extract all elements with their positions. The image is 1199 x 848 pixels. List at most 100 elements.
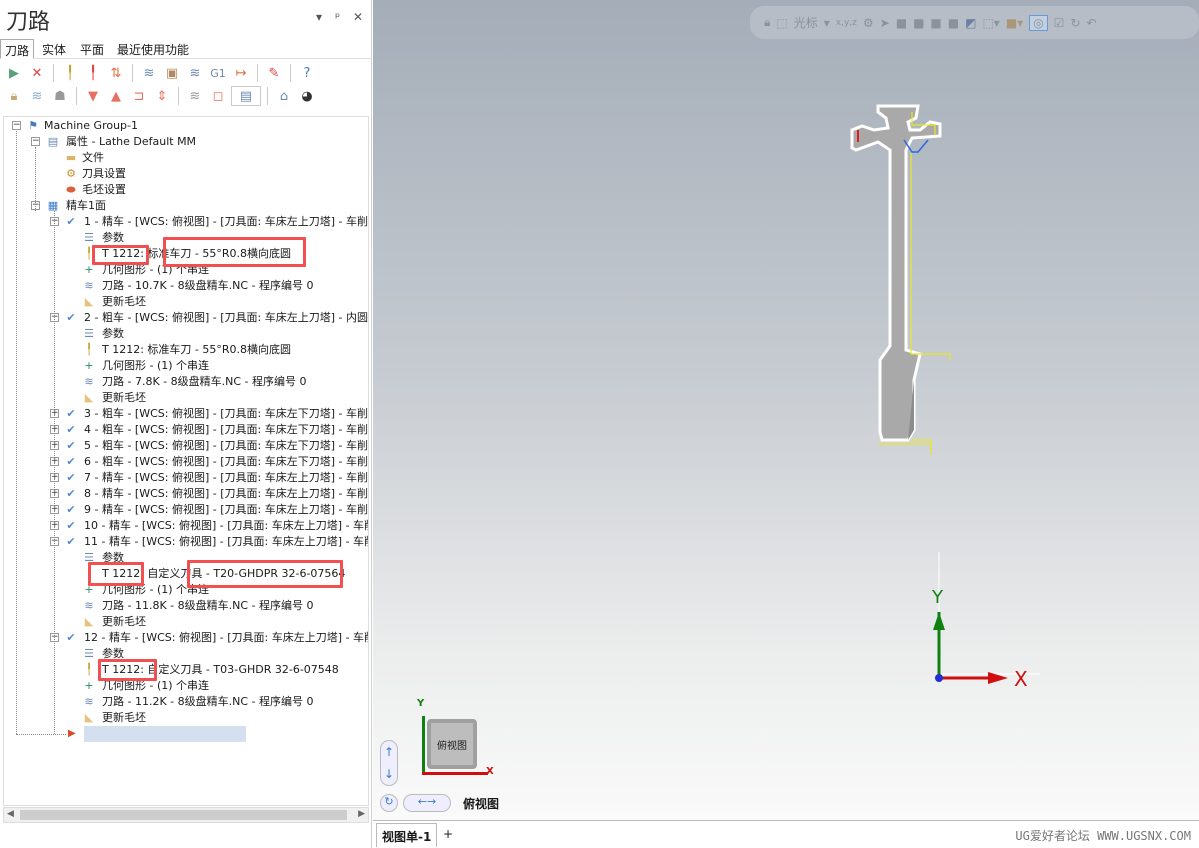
tree-item[interactable]: ≋ 刀路 - 7.8K - 8级盘精车.NC - 程序编号 0: [4, 374, 368, 390]
lock-icon[interactable]: 🔒︎: [4, 86, 24, 106]
tree-item[interactable]: ⚙ 刀具设置: [4, 166, 368, 182]
tree-item[interactable]: ⬬ 毛坯设置: [4, 182, 368, 198]
tree-item[interactable]: + 几何图形 - (1) 个串连: [4, 678, 368, 694]
deselect-icon[interactable]: ✕: [27, 63, 47, 83]
simulate-icon[interactable]: ⌂: [274, 86, 294, 106]
solid-select-icon[interactable]: ■: [896, 16, 907, 30]
horizontal-scrollbar[interactable]: ◀ ▶: [3, 807, 369, 823]
xyz-input-icon[interactable]: x,y,z: [836, 18, 857, 28]
rotate-vertical-button[interactable]: ↑ ↓: [380, 740, 398, 786]
verify-icon[interactable]: ◕: [297, 86, 317, 106]
tree-item[interactable]: ☰ 参数: [4, 646, 368, 662]
tree-item[interactable]: − ✔ 11 - 精车 - [WCS: 俯视图] - [刀具面: 车床左上刀塔] -…: [4, 534, 368, 550]
deselect-tool-icon[interactable]: ╿: [83, 63, 103, 83]
tree-item[interactable]: ◣ 更新毛坯: [4, 614, 368, 630]
toggle-display-icon[interactable]: ≋: [27, 86, 47, 106]
tree-item[interactable]: ≋ 刀路 - 10.7K - 8级盘精车.NC - 程序编号 0: [4, 278, 368, 294]
help-icon[interactable]: ?: [297, 63, 317, 83]
watermark: UG爱好者论坛 WWW.UGSNX.COM: [1015, 829, 1191, 843]
tree-item[interactable]: ☰ 参数: [4, 326, 368, 342]
tree-item[interactable]: − ▦ 精车1面: [4, 198, 368, 214]
box-select-icon[interactable]: ■▾: [1006, 16, 1023, 30]
tree-item[interactable]: ▬ 文件: [4, 150, 368, 166]
selected-empty-row[interactable]: [84, 726, 246, 742]
close-icon[interactable]: ✕: [353, 10, 363, 24]
add-gear-icon[interactable]: ⚙: [863, 16, 874, 30]
select-all-icon[interactable]: ▶: [4, 63, 24, 83]
display-options-dropdown[interactable]: ▤: [231, 86, 261, 106]
window-select-icon[interactable]: ⬚▾: [982, 16, 999, 30]
regenerate-dirty-icon[interactable]: ▣: [162, 63, 182, 83]
undo-select-icon[interactable]: ↶: [1087, 16, 1097, 30]
tree-item[interactable]: ╿ T 1212: 标准车刀 - 55°R0.8横向底圆: [4, 342, 368, 358]
regenerate-icon[interactable]: ≋: [139, 63, 159, 83]
face-select-icon[interactable]: ■: [913, 16, 924, 30]
cursor-mode-dropdown[interactable]: 光标: [794, 14, 818, 31]
tree-item-label: 8 - 精车 - [WCS: 俯视图] - [刀具面: 车床左上刀塔] - 车削: [84, 487, 368, 500]
tree-item[interactable]: ╿ T 1212: 自定义刀具 - T03-GHDR 32-6-07548: [4, 662, 368, 678]
panel-menu-button[interactable]: ▾: [316, 10, 322, 24]
group-icon: ▦: [47, 199, 59, 212]
tree-item[interactable]: ◣ 更新毛坯: [4, 294, 368, 310]
lock-icon[interactable]: 🔒︎: [764, 15, 770, 30]
tree-item[interactable]: + ✔ 6 - 粗车 - [WCS: 俯视图] - [刀具面: 车床左下刀塔] - …: [4, 454, 368, 470]
view-cube[interactable]: Y X 俯视图: [417, 698, 494, 777]
swap-icon[interactable]: ⇅: [106, 63, 126, 83]
tree-item[interactable]: + ✔ 10 - 精车 - [WCS: 俯视图] - [刀具面: 车床左上刀塔] -…: [4, 518, 368, 534]
cursor-select-icon[interactable]: ⬚: [776, 16, 787, 30]
tree-item[interactable]: + ✔ 7 - 精车 - [WCS: 俯视图] - [刀具面: 车床左上刀塔] - …: [4, 470, 368, 486]
viewsheet-tab[interactable]: 视图单-1: [376, 823, 438, 847]
highlight-icon[interactable]: ◻: [208, 86, 228, 106]
tree-item[interactable]: ≋ 刀路 - 11.8K - 8级盘精车.NC - 程序编号 0: [4, 598, 368, 614]
tree-item[interactable]: + ✔ 3 - 粗车 - [WCS: 俯视图] - [刀具面: 车床左下刀塔] - …: [4, 406, 368, 422]
params-icon: ☰: [84, 647, 94, 660]
post-icon[interactable]: ↦: [231, 63, 251, 83]
tree-item[interactable]: + ✔ 8 - 精车 - [WCS: 俯视图] - [刀具面: 车床左上刀塔] - …: [4, 486, 368, 502]
tree-item[interactable]: ◣ 更新毛坯: [4, 390, 368, 406]
selection-filter-icon[interactable]: ◎: [1029, 14, 1048, 31]
collapse-toggle[interactable]: −: [12, 121, 21, 130]
collapse-toggle[interactable]: −: [31, 137, 40, 146]
expand-collapse-icon[interactable]: ⇕: [152, 86, 172, 106]
post-g1-icon[interactable]: G1: [208, 63, 228, 83]
tab-solids[interactable]: 实体: [38, 39, 70, 59]
backplot-icon[interactable]: ≋: [185, 63, 205, 83]
refresh-select-icon[interactable]: ↻: [1070, 16, 1080, 30]
tree-item[interactable]: − ✔ 1 - 精车 - [WCS: 俯视图] - [刀具面: 车床左上刀塔] - …: [4, 214, 368, 230]
select-toolpath-icon[interactable]: ≋: [185, 86, 205, 106]
move-down-icon[interactable]: ▼: [83, 86, 103, 106]
move-up-icon[interactable]: ▲: [106, 86, 126, 106]
pointer-icon[interactable]: ➤: [880, 16, 890, 30]
select-tool-ops-icon[interactable]: ╿: [60, 63, 80, 83]
axis-x-label: X: [1014, 667, 1028, 691]
insert-after-icon[interactable]: ⊐: [129, 86, 149, 106]
tree-item[interactable]: − ✔ 2 - 粗车 - [WCS: 俯视图] - [刀具面: 车床左上刀塔] - …: [4, 310, 368, 326]
geometry-icon: +: [84, 679, 94, 692]
tree-item[interactable]: + ✔ 9 - 精车 - [WCS: 俯视图] - [刀具面: 车床左上刀塔] - …: [4, 502, 368, 518]
cube-icon[interactable]: ■: [948, 16, 959, 30]
rotate-icon[interactable]: ↻: [380, 794, 398, 812]
tree-item[interactable]: − ⚑ Machine Group-1: [4, 118, 368, 134]
ghost-icon[interactable]: ☗: [50, 86, 70, 106]
rotate-horizontal-button[interactable]: ←→: [403, 794, 451, 812]
add-viewsheet-button[interactable]: +: [443, 827, 453, 841]
graphics-viewport[interactable]: Y X Y X 俯视图 ↑ ↓ ↻ ←→ 俯视图: [373, 0, 1199, 820]
tree-item[interactable]: ◣ 更新毛坯: [4, 710, 368, 726]
tree-item[interactable]: + ✔ 4 - 粗车 - [WCS: 俯视图] - [刀具面: 车床左下刀塔] - …: [4, 422, 368, 438]
tree-item[interactable]: + ✔ 5 - 粗车 - [WCS: 俯视图] - [刀具面: 车床左下刀塔] - …: [4, 438, 368, 454]
tool-edit-icon[interactable]: ✎: [264, 63, 284, 83]
tab-recent-functions[interactable]: 最近使用功能: [113, 39, 193, 59]
tab-planes[interactable]: 平面: [76, 39, 108, 59]
tab-toolpaths[interactable]: 刀路: [0, 39, 35, 59]
panel-title: 刀路: [6, 10, 51, 35]
tree-item[interactable]: ≋ 刀路 - 11.2K - 8级盘精车.NC - 程序编号 0: [4, 694, 368, 710]
view-cube-icon[interactable]: ◩: [965, 16, 976, 30]
tree-item-label: Machine Group-1: [44, 119, 138, 132]
pin-icon[interactable]: ᵖ: [335, 10, 340, 24]
tree-item[interactable]: − ▤ 属性 - Lathe Default MM: [4, 134, 368, 150]
body-select-icon[interactable]: ■: [930, 16, 941, 30]
cube-face-top[interactable]: 俯视图: [427, 719, 477, 769]
verify-select-icon[interactable]: ☑: [1054, 16, 1065, 30]
tree-item[interactable]: − ✔ 12 - 精车 - [WCS: 俯视图] - [刀具面: 车床左上刀塔] -…: [4, 630, 368, 646]
tree-item[interactable]: + 几何图形 - (1) 个串连: [4, 358, 368, 374]
